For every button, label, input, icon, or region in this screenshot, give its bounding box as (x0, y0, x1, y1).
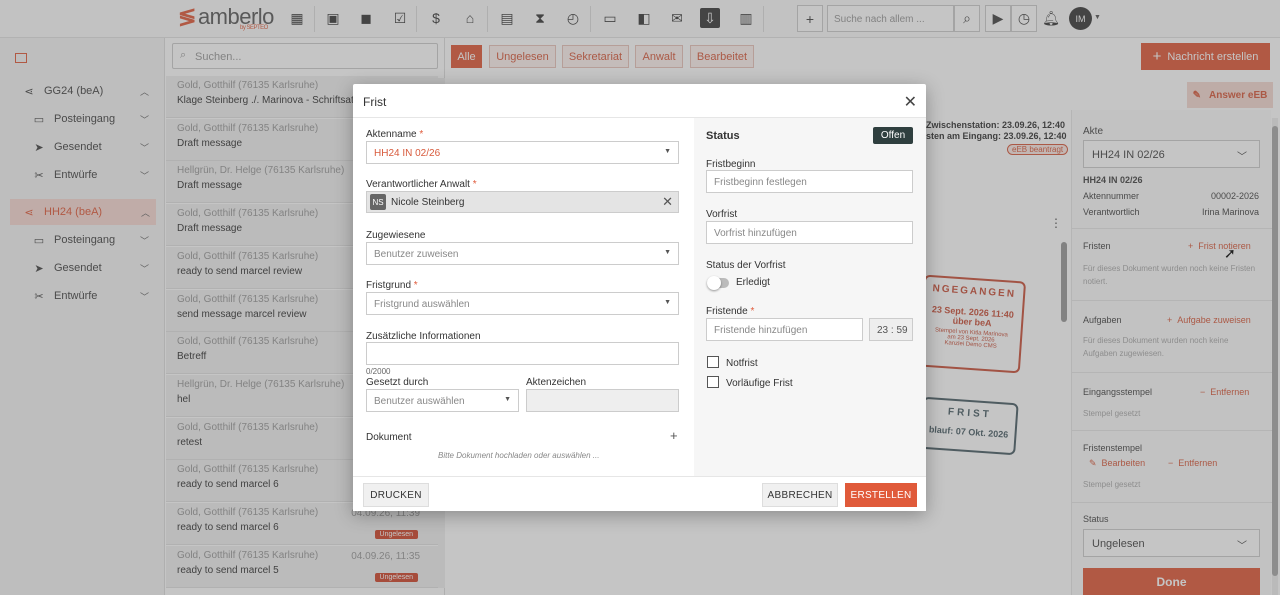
notfrist-label: Notfrist (726, 358, 758, 369)
status-title: Status (706, 130, 740, 142)
status-badge: Offen (873, 127, 913, 144)
fristende-label: Fristende * (706, 306, 755, 317)
dropdown-arrow-icon: ▼ (664, 148, 671, 155)
aktenzeichen-input (526, 389, 679, 412)
fristbeginn-label: Fristbeginn (706, 159, 756, 170)
dialog-header: Frist ✕ (353, 84, 926, 118)
dropdown-arrow-icon: ▼ (664, 249, 671, 256)
fristgrund-label: Fristgrund * (366, 280, 418, 291)
vorlaeufig-checkbox[interactable] (707, 376, 719, 388)
abbrechen-button[interactable]: ABBRECHEN (762, 483, 838, 507)
fristende-time-input[interactable]: 23 : 59 (869, 318, 913, 341)
zusatz-counter: 0/2000 (366, 367, 391, 376)
dokument-hint: Bitte Dokument hochladen oder auswählen … (438, 451, 600, 460)
zusatz-label: Zusätzliche Informationen (366, 331, 481, 342)
add-document-icon[interactable]: + (670, 428, 678, 443)
avatar: NS (370, 194, 386, 210)
fristgrund-select[interactable]: Fristgrund auswählen ▼ (366, 292, 679, 315)
anwalt-name: Nicole Steinberg (391, 197, 465, 208)
mouse-cursor-icon: ➚ (1224, 245, 1236, 261)
erledigt-toggle[interactable] (707, 276, 729, 290)
gesetzt-label: Gesetzt durch (366, 377, 429, 388)
remove-icon[interactable]: ✕ (662, 194, 673, 210)
dropdown-arrow-icon: ▼ (664, 299, 671, 306)
notfrist-checkbox[interactable] (707, 356, 719, 368)
vorfrist-input[interactable]: Vorfrist hinzufügen (706, 221, 913, 244)
fristende-input[interactable]: Fristende hinzufügen (706, 318, 863, 341)
anwalt-label: Verantwortlicher Anwalt * (366, 179, 477, 190)
zugewiesene-select[interactable]: Benutzer zuweisen ▼ (366, 242, 679, 265)
anwalt-chip[interactable]: NS Nicole Steinberg ✕ (366, 191, 679, 213)
vorlaeufig-label: Vorläufige Frist (726, 378, 793, 389)
gesetzt-select[interactable]: Benutzer auswählen ▼ (366, 389, 519, 412)
dialog-title: Frist (363, 95, 387, 109)
zusatz-input[interactable] (366, 342, 679, 365)
dialog-footer: DRUCKEN ABBRECHEN ERSTELLEN (353, 476, 926, 511)
dropdown-arrow-icon: ▼ (504, 396, 511, 403)
zugewiesene-label: Zugewiesene (366, 230, 426, 241)
aktenzeichen-label: Aktenzeichen (526, 377, 587, 388)
close-icon[interactable]: ✕ (904, 92, 917, 112)
aktenname-select[interactable]: HH24 IN 02/26 ▼ (366, 141, 679, 164)
erstellen-button[interactable]: ERSTELLEN (845, 483, 917, 507)
frist-dialog: Frist ✕ Aktenname * HH24 IN 02/26 ▼ Veran… (353, 84, 926, 511)
erledigt-label: Erledigt (736, 277, 770, 288)
drucken-button[interactable]: DRUCKEN (363, 483, 429, 507)
fristbeginn-input[interactable]: Fristbeginn festlegen (706, 170, 913, 193)
status-vorfrist-label: Status der Vorfrist (706, 260, 786, 271)
vorfrist-label: Vorfrist (706, 209, 738, 220)
dokument-label: Dokument (366, 432, 412, 443)
aktenname-label: Aktenname * (366, 129, 424, 140)
